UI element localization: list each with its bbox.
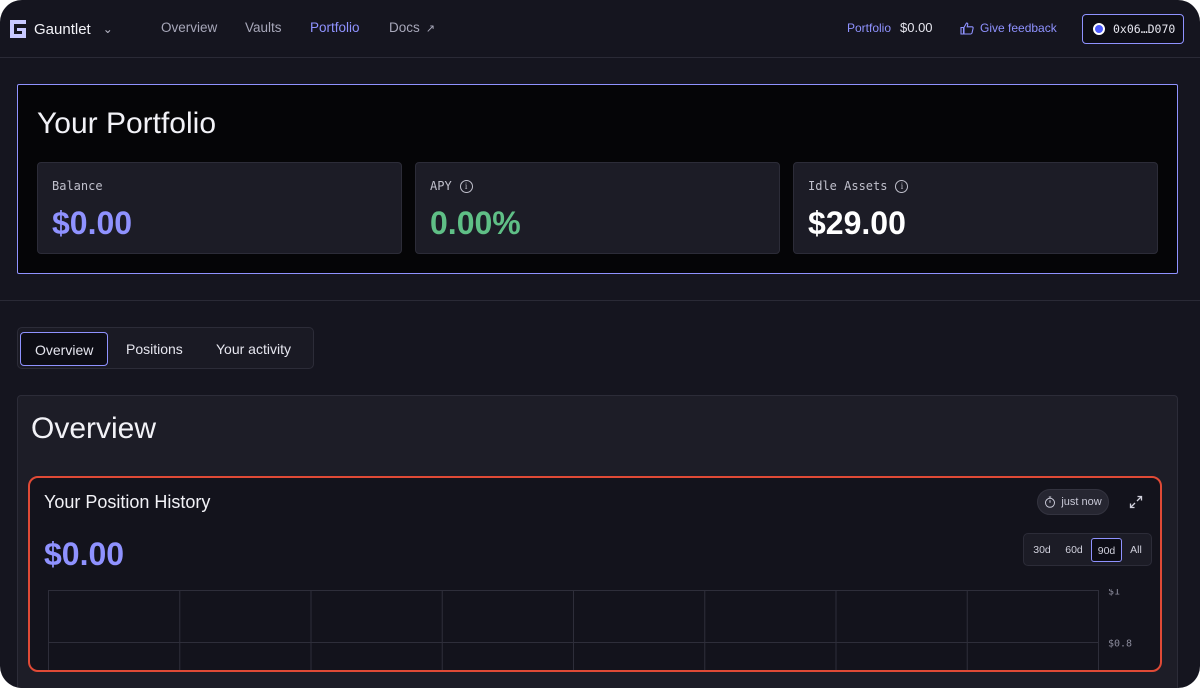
brand-name: Gauntlet [34,20,91,38]
range-selector: 30d 60d 90d All [1023,533,1152,566]
range-30d-button[interactable]: 30d [1028,538,1056,562]
range-90d-button[interactable]: 90d [1091,538,1122,562]
info-icon[interactable]: i [895,179,909,193]
nav-link-vaults[interactable]: Vaults [245,20,282,35]
stat-value: $0.00 [52,205,133,241]
range-60d-button[interactable]: 60d [1059,538,1089,562]
stat-value: $29.00 [808,205,906,241]
position-history-value: $0.00 [44,536,125,572]
stopwatch-icon [1045,496,1056,508]
gauntlet-logo-icon [10,20,26,38]
info-icon[interactable]: i [459,179,473,193]
stat-label: Idle Assets i [808,179,909,193]
range-all-button[interactable]: All [1124,538,1148,562]
position-history-chart: $1 $0.8 [48,589,1132,670]
nav-link-overview[interactable]: Overview [161,20,217,35]
top-navigation: Gauntlet ⌄ Overview Vaults Portfolio Doc… [0,0,1200,58]
stat-label: Balance [52,179,103,193]
wallet-button[interactable]: 0x06…D070 [1082,14,1184,44]
brand[interactable]: Gauntlet ⌄ [10,18,113,40]
give-feedback-label: Give feedback [980,21,1057,35]
position-history-card: Your Position History $0.00 just now 30d… [28,476,1162,672]
stat-label-text: Idle Assets [808,179,888,193]
stat-apy: APY i 0.00% [415,162,780,254]
refresh-label: just now [1061,496,1102,508]
refresh-button[interactable]: just now [1037,489,1109,515]
tab-your-activity[interactable]: Your activity [216,332,291,366]
position-history-title: Your Position History [44,492,211,512]
stat-balance: Balance $0.00 [37,162,402,254]
wallet-avatar-icon [1093,23,1105,35]
chevron-down-icon[interactable]: ⌄ [103,22,113,36]
wallet-address: 0x06…D070 [1113,22,1176,36]
chart-y-tick-label: $0.8 [1108,639,1132,650]
expand-icon[interactable] [1128,494,1144,510]
portfolio-tabs: Overview Positions Your activity [17,327,314,369]
app-window: Gauntlet ⌄ Overview Vaults Portfolio Doc… [0,0,1200,688]
overview-title: Overview [31,412,157,445]
nav-portfolio-label[interactable]: Portfolio [847,21,891,35]
stat-idle-assets: Idle Assets i $29.00 [793,162,1158,254]
tab-positions[interactable]: Positions [126,332,183,366]
tab-overview[interactable]: Overview [20,332,109,366]
thumbs-up-icon [960,21,974,35]
stat-label-text: Balance [52,179,103,193]
nav-link-docs[interactable]: Docs ↗ [389,20,435,35]
portfolio-card: Your Portfolio Balance $0.00 APY i 0.00% … [17,84,1178,274]
external-link-icon: ↗ [425,23,435,35]
portfolio-title: Your Portfolio [37,107,217,140]
give-feedback-button[interactable]: Give feedback [960,21,1057,35]
stat-label-text: APY [430,179,452,193]
section-divider [0,300,1200,301]
chart-y-tick-label: $1 [1108,589,1120,598]
stat-value: 0.00% [430,205,521,241]
nav-link-docs-label: Docs [389,20,420,35]
stat-label: APY i [430,179,473,193]
nav-link-portfolio[interactable]: Portfolio [310,20,360,35]
nav-portfolio-value: $0.00 [900,20,933,35]
